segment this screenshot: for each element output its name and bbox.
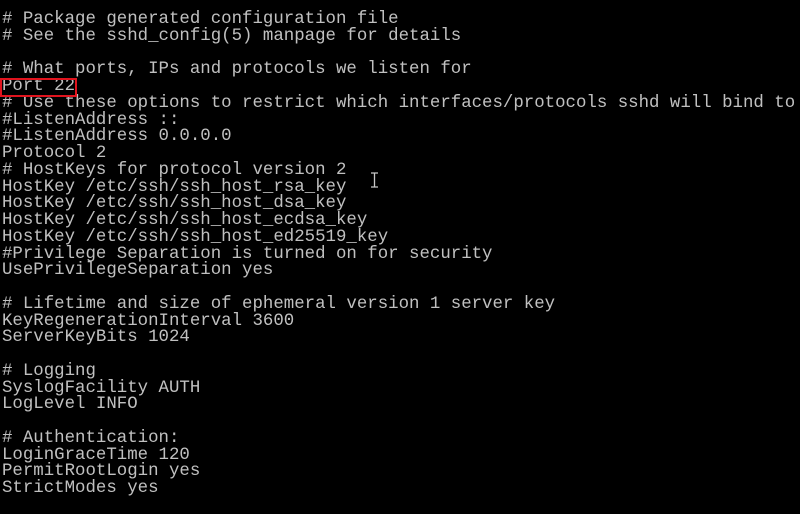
config-line: ServerKeyBits 1024 [2, 328, 190, 348]
config-line: # HostKeys for protocol version 2 [2, 160, 347, 180]
config-line: StrictModes yes [2, 479, 159, 498]
config-line: # Authentication: [2, 428, 180, 448]
text-cursor-ibeam-icon [371, 172, 378, 188]
port-highlight-box [0, 78, 77, 97]
config-line: # What ports, IPs and protocols we liste… [2, 60, 472, 80]
config-line: #ListenAddress 0.0.0.0 [2, 127, 232, 147]
config-line: # Lifetime and size of ephemeral version… [2, 294, 556, 314]
terminal-text-area[interactable]: # Package generated configuration file # … [2, 11, 796, 498]
config-line: HostKey /etc/ssh/ssh_host_ed25519_key [2, 227, 389, 247]
config-line: UsePrivilegeSeparation yes [2, 261, 274, 281]
config-line: # Use these options to restrict which in… [2, 93, 796, 113]
config-line: # See the sshd_config(5) manpage for det… [2, 26, 462, 46]
config-line: # Logging [2, 361, 96, 381]
config-line: LogLevel INFO [2, 395, 138, 415]
